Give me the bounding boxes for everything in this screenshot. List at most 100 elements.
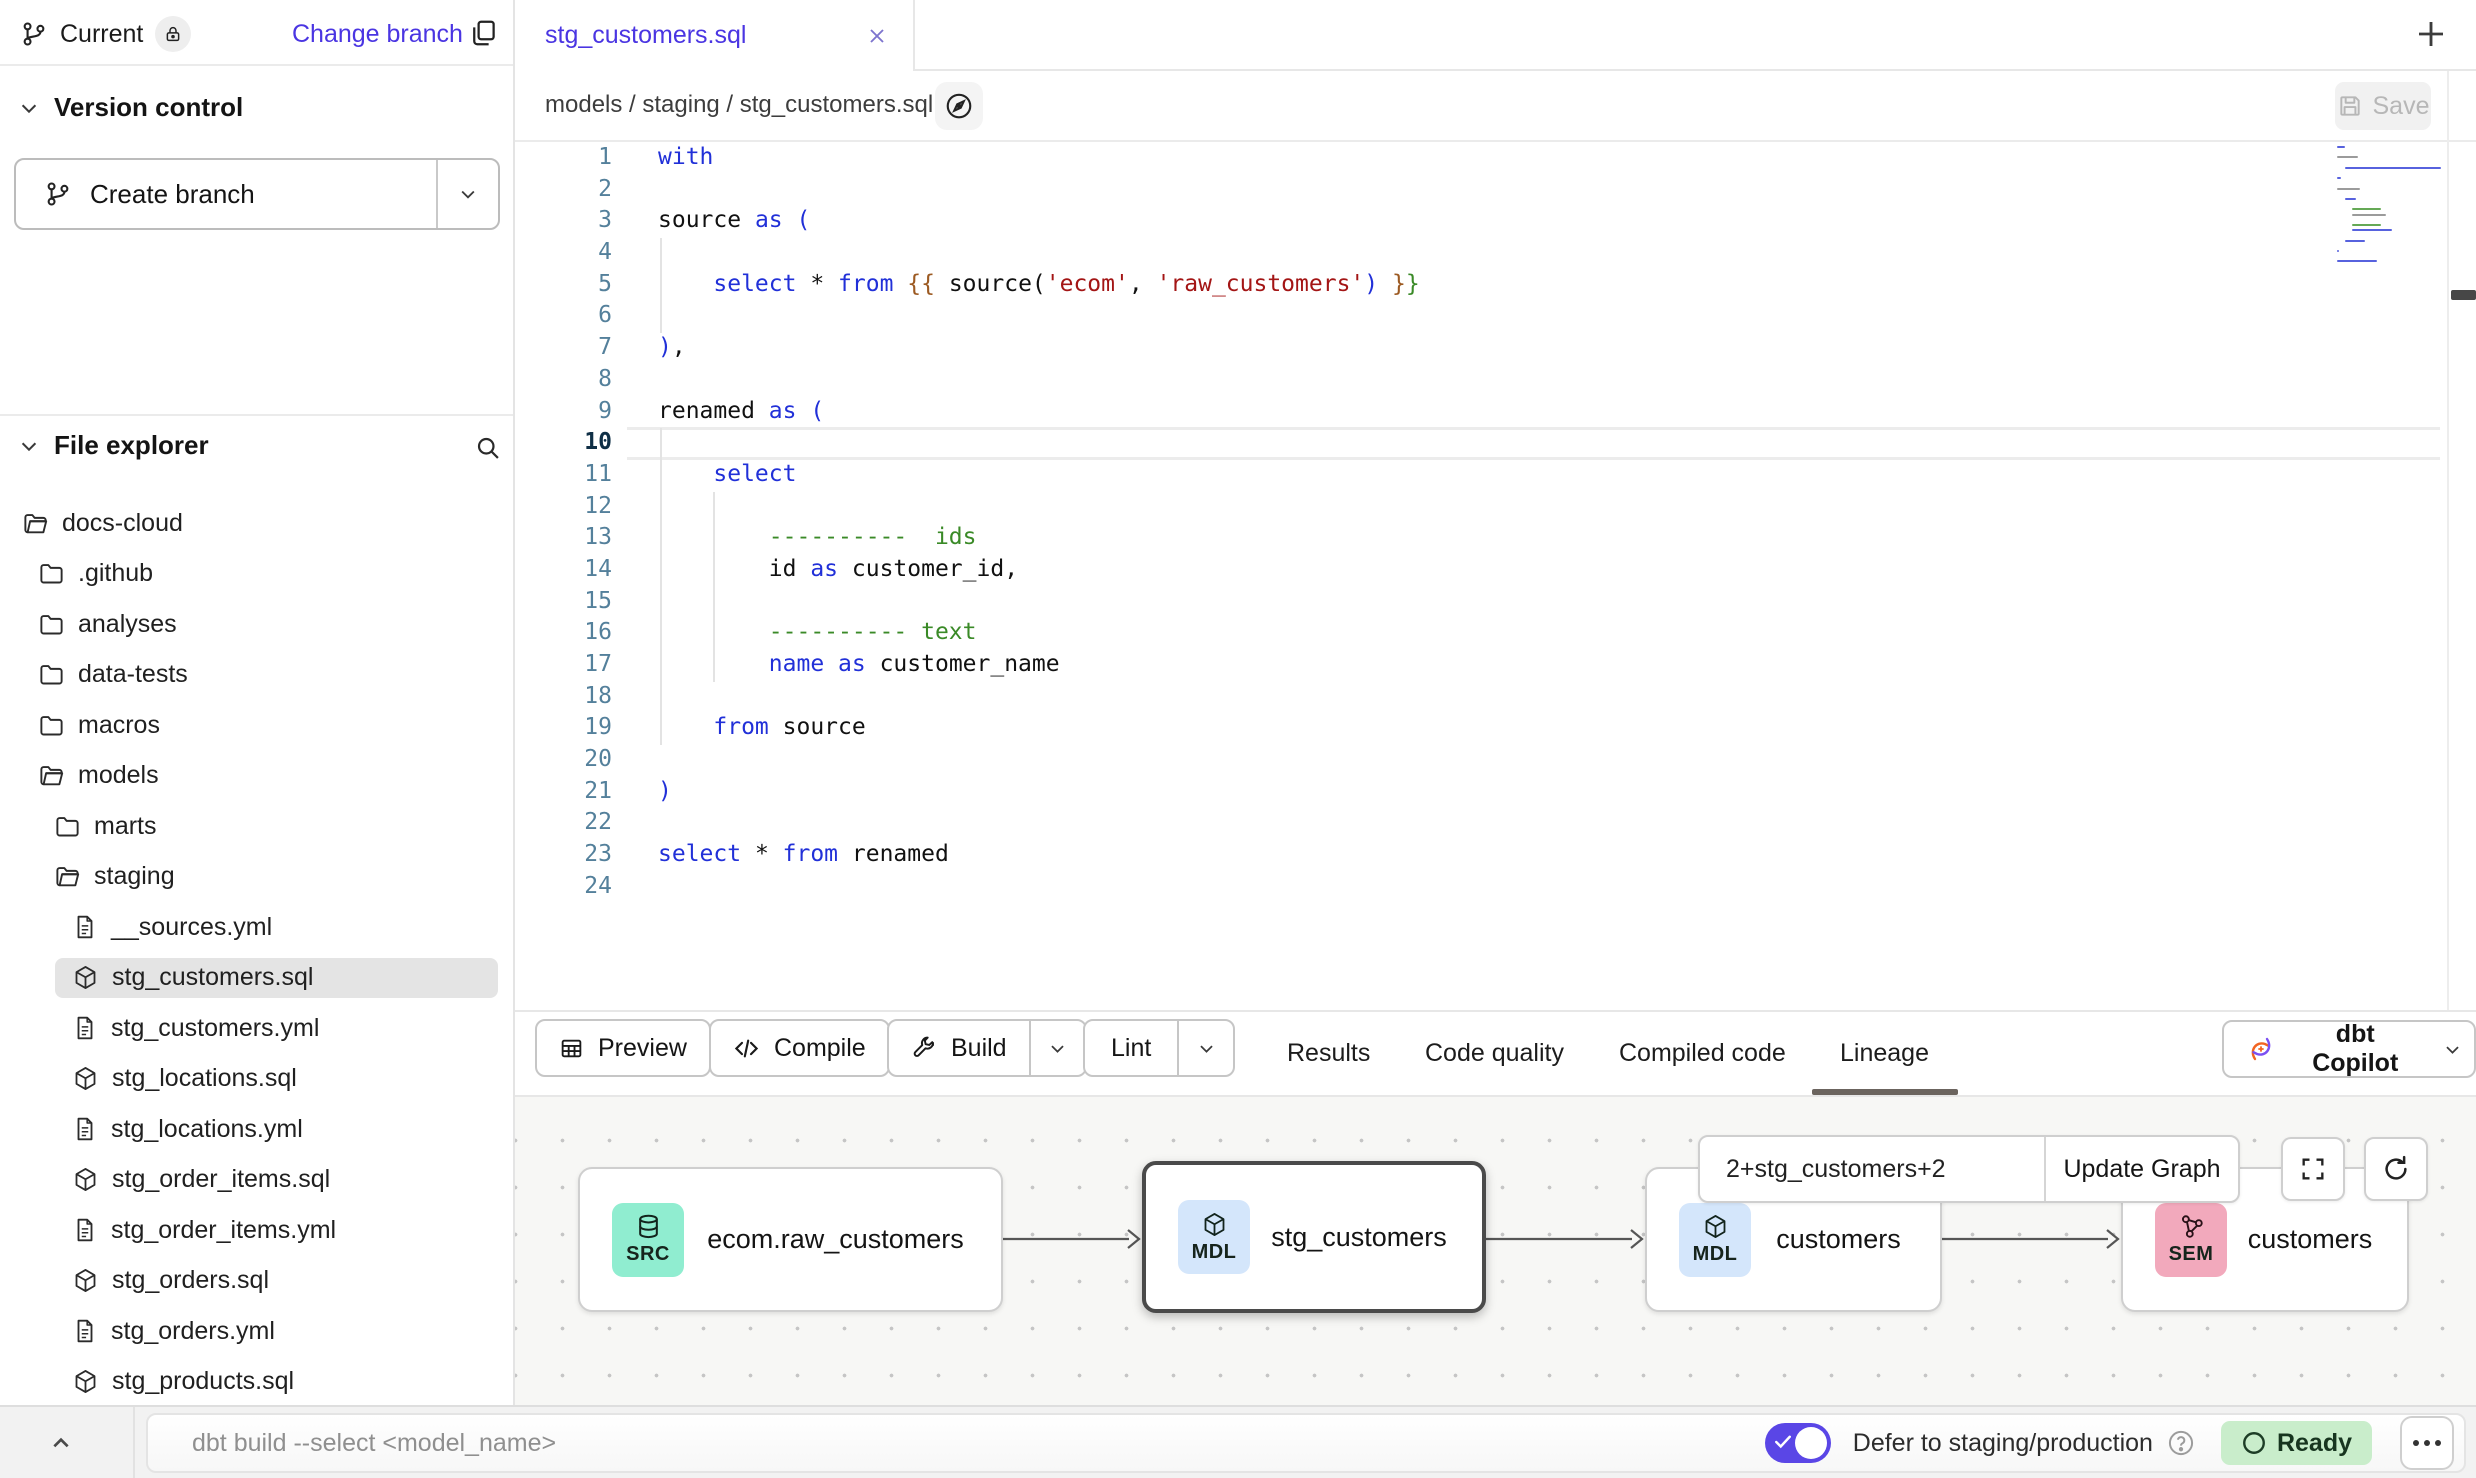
tree-item-stg_customers.sql[interactable]: stg_customers.sql (0, 953, 513, 1004)
save-button[interactable]: Save (2335, 82, 2431, 130)
code-line-5[interactable]: 5 select * from {{ source('ecom', 'raw_c… (515, 269, 2476, 301)
code-line-15[interactable]: 15 (515, 586, 2476, 618)
chevron-up-icon[interactable] (45, 1427, 77, 1459)
tree-item-stg_order_items.yml[interactable]: stg_order_items.yml (0, 1205, 513, 1256)
lint-button[interactable]: Lint (1083, 1019, 1235, 1077)
code-line-2[interactable]: 2 (515, 174, 2476, 206)
edge-customers-to-sem (1942, 1225, 2121, 1253)
code-line-3[interactable]: 3source as ( (515, 205, 2476, 237)
doc-icon (72, 1217, 98, 1243)
code-editor[interactable]: 1with23source as (45 select * from {{ so… (515, 142, 2476, 1010)
command-input[interactable] (148, 1429, 1765, 1458)
code-line-18[interactable]: 18 (515, 681, 2476, 713)
tab-code-quality[interactable]: Code quality (1425, 1012, 1564, 1095)
tree-item-marts[interactable]: marts (0, 801, 513, 852)
refresh-button[interactable] (2364, 1137, 2428, 1201)
code-line-19[interactable]: 19 from source (515, 712, 2476, 744)
code-icon (733, 1035, 760, 1062)
current-branch-label: Current (60, 20, 143, 49)
current-branch[interactable]: Current (20, 16, 191, 52)
code-line-8[interactable]: 8 (515, 364, 2476, 396)
lineage-selector-input[interactable] (1700, 1137, 2044, 1201)
code-line-4[interactable]: 4 (515, 237, 2476, 269)
compile-button[interactable]: Compile (709, 1019, 890, 1077)
code-line-24[interactable]: 24 (515, 871, 2476, 903)
code-line-9[interactable]: 9renamed as ( (515, 396, 2476, 428)
defer-toggle[interactable] (1765, 1423, 1831, 1463)
change-branch-link[interactable]: Change branch (292, 20, 463, 49)
update-graph-button[interactable]: Update Graph (2044, 1137, 2238, 1201)
tab-lineage[interactable]: Lineage (1840, 1012, 1929, 1095)
tree-item-stg_orders.sql[interactable]: stg_orders.sql (0, 1256, 513, 1307)
search-icon[interactable] (474, 434, 502, 462)
tree-item-.github[interactable]: .github (0, 549, 513, 600)
code-line-14[interactable]: 14 id as customer_id, (515, 554, 2476, 586)
tree-item-label: stg_orders.yml (111, 1317, 275, 1346)
preview-button[interactable]: Preview (535, 1019, 711, 1077)
code-line-21[interactable]: 21) (515, 776, 2476, 808)
tree-item-stg_locations.sql[interactable]: stg_locations.sql (0, 1054, 513, 1105)
lineage-graph[interactable]: SRC ecom.raw_customers MDL stg_customers… (515, 1097, 2476, 1405)
tree-item-stg_customers.yml[interactable]: stg_customers.yml (0, 1003, 513, 1054)
file-explorer-header[interactable]: File explorer (18, 430, 209, 461)
scrollbar-thumb[interactable] (2451, 290, 2476, 300)
compass-icon[interactable] (935, 82, 983, 130)
tree-item-models[interactable]: models (0, 751, 513, 802)
sidebar: Current Change branch Version control Cr… (0, 0, 515, 1405)
new-tab-plus-icon[interactable] (2413, 16, 2449, 52)
minimap[interactable] (2337, 146, 2447, 281)
code-line-12[interactable]: 12 (515, 491, 2476, 523)
node-label: customers (2227, 1224, 2407, 1255)
dbt-copilot-button[interactable]: dbt Copilot (2222, 1020, 2476, 1078)
line-number: 14 (515, 554, 612, 586)
edge-stg-to-customers (1486, 1225, 1645, 1253)
tree-item-label: stg_customers.yml (111, 1014, 319, 1043)
tree-item-stg_orders.yml[interactable]: stg_orders.yml (0, 1306, 513, 1357)
code-line-6[interactable]: 6 (515, 300, 2476, 332)
tree-item-stg_locations.yml[interactable]: stg_locations.yml (0, 1104, 513, 1155)
folder-icon (38, 611, 65, 638)
lineage-node-stg-customers[interactable]: MDL stg_customers (1142, 1161, 1486, 1313)
code-line-13[interactable]: 13 ---------- ids (515, 522, 2476, 554)
tree-item-data-tests[interactable]: data-tests (0, 650, 513, 701)
code-line-23[interactable]: 23select * from renamed (515, 839, 2476, 871)
tab-results[interactable]: Results (1287, 1012, 1370, 1095)
lint-caret[interactable] (1179, 1039, 1233, 1058)
create-branch-caret[interactable] (438, 184, 498, 204)
fullscreen-button[interactable] (2281, 1137, 2345, 1201)
tree-item-stg_products.sql[interactable]: stg_products.sql (0, 1357, 513, 1406)
code-line-22[interactable]: 22 (515, 807, 2476, 839)
compile-label: Compile (760, 1034, 888, 1063)
copilot-caret[interactable] (2430, 1040, 2474, 1059)
code-line-11[interactable]: 11 select (515, 459, 2476, 491)
chevron-down-icon (18, 97, 40, 119)
model-badge: MDL (1679, 1203, 1751, 1277)
code-line-1[interactable]: 1with (515, 142, 2476, 174)
tree-item-macros[interactable]: macros (0, 700, 513, 751)
build-caret[interactable] (1031, 1039, 1085, 1058)
code-line-7[interactable]: 7), (515, 332, 2476, 364)
tab-compiled-code[interactable]: Compiled code (1619, 1012, 1786, 1095)
close-icon[interactable] (865, 24, 889, 48)
code-line-16[interactable]: 16 ---------- text (515, 617, 2476, 649)
tree-item-docs-cloud[interactable]: docs-cloud (0, 498, 513, 549)
help-icon[interactable] (2167, 1429, 2195, 1457)
more-options-button[interactable] (2400, 1416, 2454, 1470)
code-line-17[interactable]: 17 name as customer_name (515, 649, 2476, 681)
ready-status-button[interactable]: Ready (2221, 1421, 2372, 1465)
tree-item-stg_order_items.sql[interactable]: stg_order_items.sql (0, 1155, 513, 1206)
tree-item-__sources.yml[interactable]: __sources.yml (0, 902, 513, 953)
copy-icon[interactable] (468, 18, 498, 48)
tree-item-label: docs-cloud (62, 509, 183, 538)
breadcrumb-row: models / staging / stg_customers.sql Sav… (515, 71, 2476, 142)
version-control-header[interactable]: Version control (18, 92, 243, 123)
tree-item-analyses[interactable]: analyses (0, 599, 513, 650)
tree-item-staging[interactable]: staging (0, 852, 513, 903)
build-button[interactable]: Build (887, 1019, 1087, 1077)
create-branch-button[interactable]: Create branch (14, 158, 500, 230)
code-line-20[interactable]: 20 (515, 744, 2476, 776)
code-line-10[interactable]: 10 (515, 427, 2476, 459)
source-badge: SRC (612, 1203, 684, 1277)
lineage-node-source[interactable]: SRC ecom.raw_customers (578, 1167, 1003, 1312)
tab-stg-customers[interactable]: stg_customers.sql (515, 0, 915, 71)
